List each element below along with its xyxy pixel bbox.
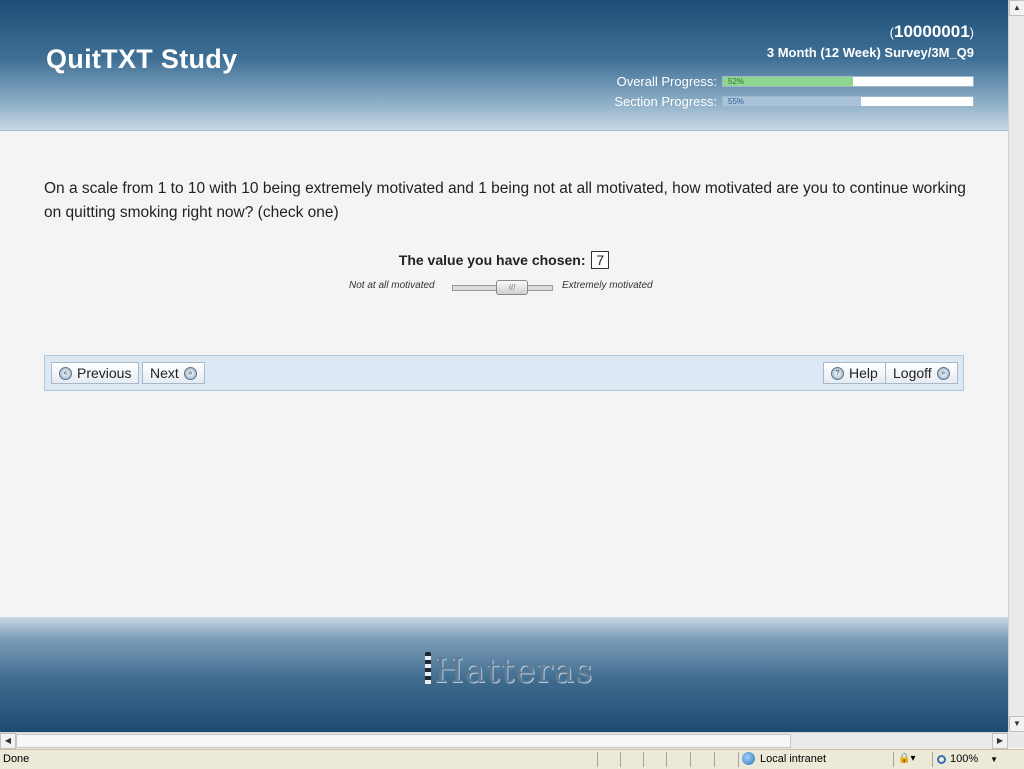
lighthouse-icon: [425, 652, 431, 684]
slider-min-label: Not at all motivated: [349, 280, 435, 291]
zoom-control[interactable]: 100% ▼: [937, 753, 998, 765]
section-progress: Section Progress: 55%: [614, 93, 974, 109]
overall-progress-percent: 52%: [728, 76, 745, 86]
security-zone-label: Local intranet: [760, 752, 827, 765]
zoom-level: 100%: [950, 753, 979, 765]
status-divider: [643, 752, 644, 767]
section-progress-label: Section Progress:: [614, 93, 717, 109]
logo-text: Hatteras: [434, 651, 594, 691]
status-text: Done: [3, 753, 30, 765]
page-header: QuitTXT Study (10000001) 3 Month (12 Wee…: [0, 0, 1008, 131]
participant-id: (10000001): [890, 22, 974, 42]
survey-breadcrumb: 3 Month (12 Week) Survey/3M_Q9: [766, 45, 974, 60]
slider-max-label: Extremely motivated: [562, 280, 653, 291]
status-divider: [714, 752, 715, 767]
status-divider: [690, 752, 691, 767]
zoom-magnifier-icon: [937, 754, 946, 764]
scroll-left-arrow-icon[interactable]: ◀: [0, 733, 16, 749]
overall-progress-label: Overall Progress:: [616, 73, 717, 89]
browser-viewport: QuitTXT Study (10000001) 3 Month (12 Wee…: [0, 0, 1008, 732]
section-progress-percent: 55%: [728, 96, 745, 106]
navigation-bar: « Previous Next » ? Help Logoff »: [44, 355, 964, 391]
previous-arrow-icon: «: [59, 366, 72, 380]
vertical-scrollbar[interactable]: ▲ ▼: [1008, 0, 1024, 732]
help-button[interactable]: ? Help: [823, 362, 886, 384]
status-divider: [666, 752, 667, 767]
protected-mode-icon[interactable]: 🔒▾: [898, 753, 915, 764]
scroll-right-arrow-icon[interactable]: ▶: [992, 733, 1008, 749]
logoff-arrow-icon: »: [936, 366, 950, 380]
horizontal-scrollbar[interactable]: ◀ ▶: [0, 732, 1008, 749]
question-text: On a scale from 1 to 10 with 10 being ex…: [44, 180, 966, 221]
previous-button-label: Previous: [77, 365, 132, 381]
logoff-button-label: Logoff: [893, 365, 932, 381]
logoff-button[interactable]: Logoff »: [885, 362, 958, 384]
scroll-down-arrow-icon[interactable]: ▼: [1009, 716, 1024, 732]
participant-id-value: 10000001: [894, 22, 970, 41]
status-divider: [893, 752, 894, 767]
horizontal-scroll-thumb[interactable]: [16, 734, 791, 748]
security-zone[interactable]: Local intranet: [742, 752, 826, 765]
chosen-value: 7: [591, 251, 610, 269]
zoom-dropdown-icon[interactable]: ▼: [990, 755, 998, 764]
status-divider: [932, 752, 933, 767]
help-icon: ?: [831, 366, 844, 380]
scroll-up-arrow-icon[interactable]: ▲: [1009, 0, 1024, 16]
next-button-label: Next: [150, 365, 179, 381]
participant-id-close-paren: ): [969, 25, 974, 40]
overall-progress-bar: 52%: [722, 75, 974, 87]
next-arrow-icon: »: [183, 366, 197, 380]
status-divider: [738, 752, 739, 767]
status-divider: [620, 752, 621, 767]
slider-thumb[interactable]: ///: [496, 280, 528, 295]
next-button[interactable]: Next »: [142, 362, 205, 384]
help-button-label: Help: [849, 365, 878, 381]
hatteras-logo: Hatteras: [425, 651, 593, 691]
chosen-value-row: The value you have chosen: 7: [0, 251, 1008, 269]
chosen-value-label: The value you have chosen:: [398, 252, 586, 268]
status-divider: [597, 752, 598, 767]
overall-progress: Overall Progress: 52%: [616, 73, 974, 89]
browser-status-bar: Done Local intranet 🔒▾ 100% ▼: [0, 749, 1024, 769]
scrollbar-corner: [1008, 732, 1024, 748]
intranet-globe-icon: [742, 752, 755, 765]
previous-button[interactable]: « Previous: [51, 362, 140, 384]
section-progress-bar: 55%: [722, 95, 974, 107]
page-title: QuitTXT Study: [46, 44, 238, 74]
